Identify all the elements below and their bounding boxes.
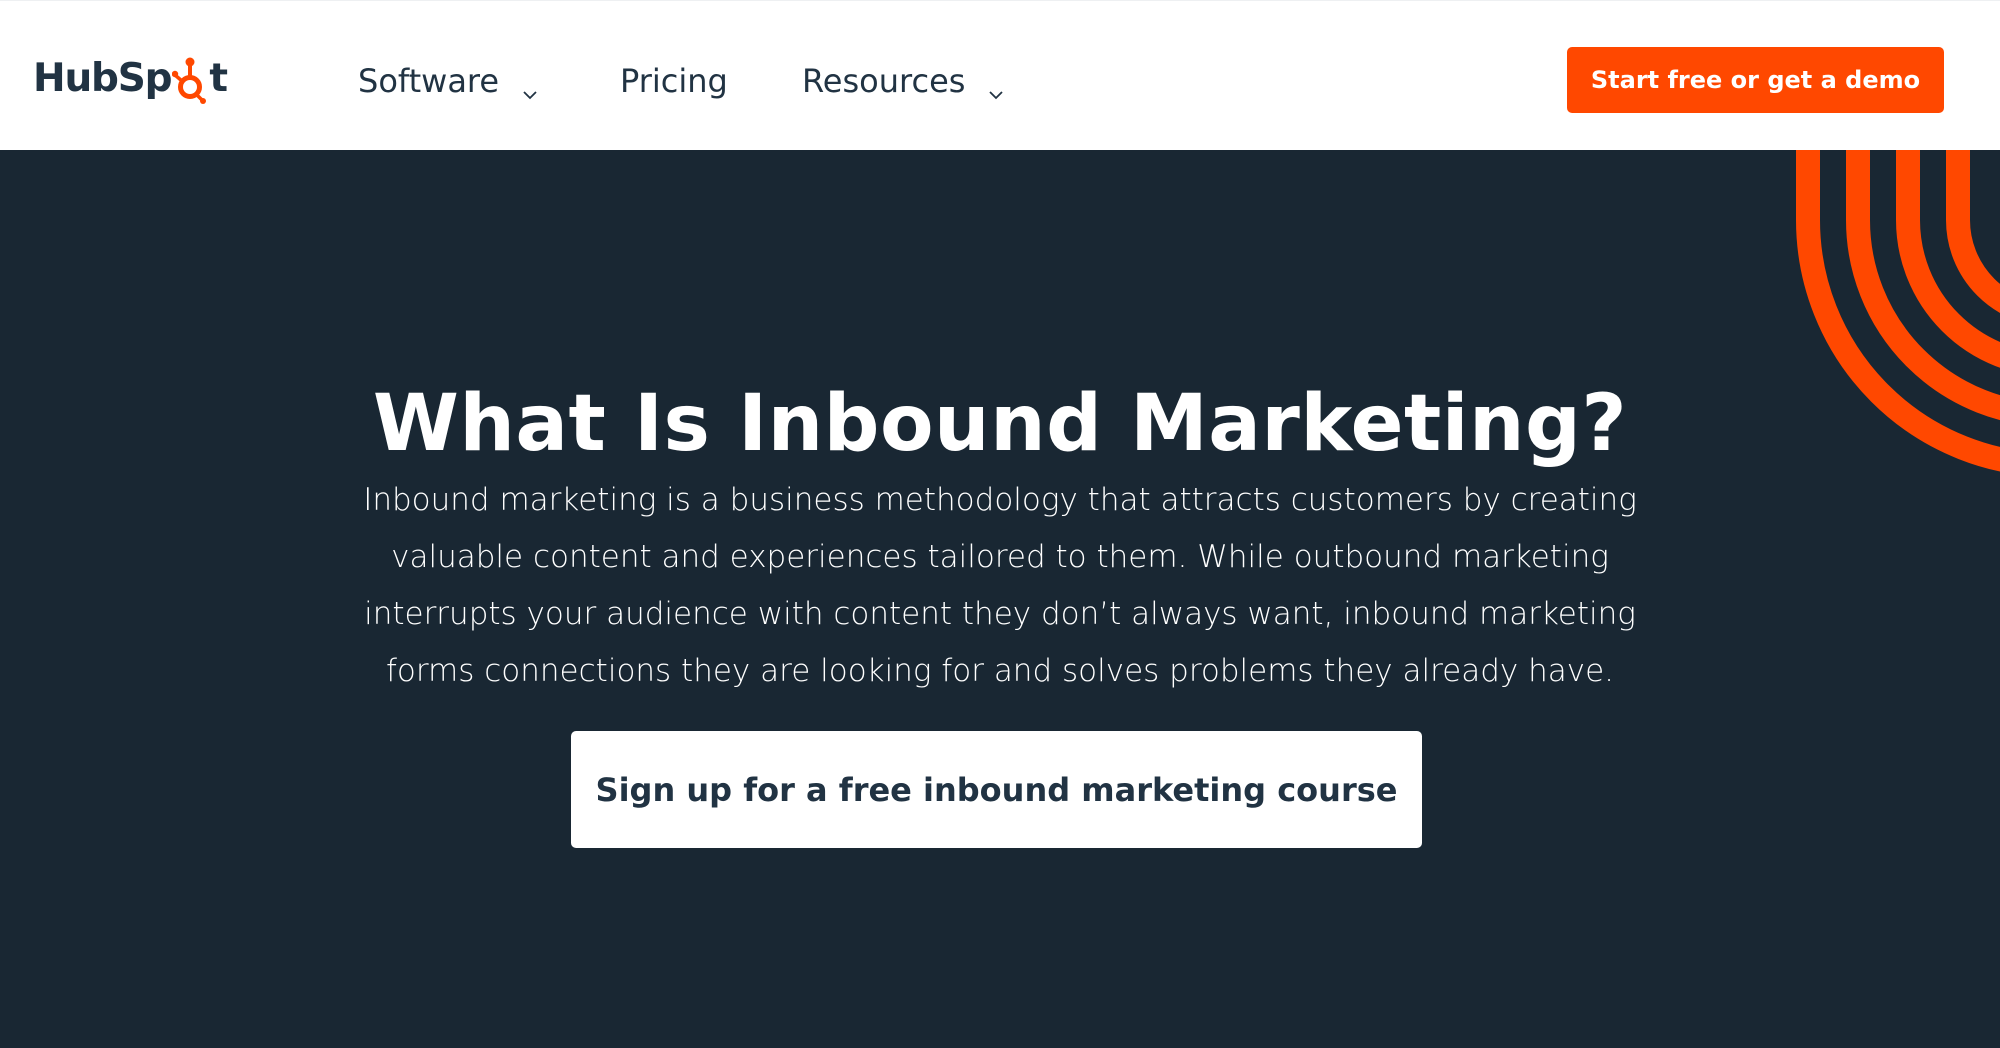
chevron-down-icon — [521, 74, 539, 100]
nav-pricing-label: Pricing — [620, 62, 728, 100]
hero-section: What Is Inbound Marketing? Inbound marke… — [0, 150, 2000, 1048]
page-title: What Is Inbound Marketing? — [372, 379, 1628, 470]
logo-text-end: t — [209, 56, 228, 101]
sprocket-icon — [172, 53, 208, 105]
chevron-down-icon — [987, 74, 1005, 100]
hero-description: Inbound marketing is a business methodol… — [363, 482, 1637, 689]
nav-resources[interactable]: Resources — [802, 56, 1005, 106]
logo-text-start: HubSp — [33, 56, 173, 101]
nav-software-label: Software — [358, 62, 500, 100]
start-free-demo-button[interactable]: Start free or get a demo — [1567, 47, 1944, 113]
signup-course-button[interactable]: Sign up for a free inbound marketing cou… — [571, 731, 1422, 848]
nav-software[interactable]: Software — [358, 56, 539, 106]
nav-resources-label: Resources — [802, 62, 966, 100]
nav-pricing[interactable]: Pricing — [620, 56, 728, 106]
site-header: HubSp t Software Pricing Resources Start… — [0, 0, 2000, 150]
hubspot-logo[interactable]: HubSp t — [33, 53, 228, 105]
